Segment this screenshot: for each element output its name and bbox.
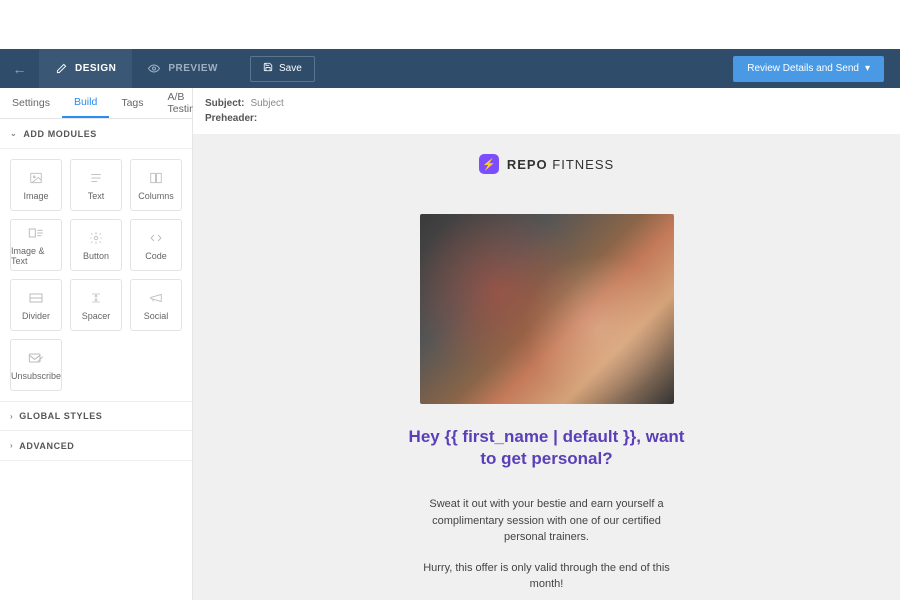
save-button[interactable]: Save	[250, 56, 315, 82]
review-send-button[interactable]: Review Details and Send ▾	[733, 56, 884, 82]
module-label: Image & Text	[11, 246, 61, 266]
back-button[interactable]: ←	[0, 49, 39, 88]
top-blank-region	[0, 0, 900, 49]
chevron-right-icon: ›	[10, 412, 13, 421]
section-global-styles[interactable]: › GLOBAL STYLES	[0, 401, 192, 431]
image-icon	[28, 170, 44, 186]
modules-grid: Image Text Columns Image & Text Button C…	[0, 149, 192, 401]
review-send-label: Review Details and Send	[747, 63, 859, 74]
bolt-icon: ⚡	[479, 154, 499, 174]
module-label: Columns	[138, 191, 174, 201]
module-spacer[interactable]: Spacer	[70, 279, 122, 331]
pencil-icon	[55, 63, 67, 75]
module-label: Divider	[22, 311, 50, 321]
module-label: Button	[83, 251, 109, 261]
section-label: ADD MODULES	[23, 129, 97, 139]
module-image[interactable]: Image	[10, 159, 62, 211]
subject-label: Subject:	[205, 98, 244, 109]
eye-icon	[148, 63, 160, 75]
email-meta: Subject: Subject Preheader:	[193, 88, 900, 134]
module-text[interactable]: Text	[70, 159, 122, 211]
subject-value[interactable]: Subject	[250, 98, 283, 109]
text-icon	[89, 170, 103, 186]
spacer-icon	[90, 290, 102, 306]
section-add-modules[interactable]: ⌄ ADD MODULES	[0, 119, 192, 149]
brand-header: ⚡ REPO FITNESS	[387, 154, 707, 174]
left-sidebar: Settings Build Tags A/B Testing ⌄ ADD MO…	[0, 88, 193, 600]
preview-mode-tab[interactable]: PREVIEW	[132, 49, 234, 88]
module-image-text[interactable]: Image & Text	[10, 219, 62, 271]
chevron-down-icon: ⌄	[10, 129, 17, 138]
email-body-paragraph-2: Hurry, this offer is only valid through …	[387, 560, 707, 593]
email-headline: Hey {{ first_name | default }}, want to …	[387, 426, 707, 470]
module-unsubscribe[interactable]: Unsubscribe	[10, 339, 62, 391]
module-social[interactable]: Social	[130, 279, 182, 331]
module-label: Image	[24, 191, 49, 201]
sidebar-tabs: Settings Build Tags A/B Testing	[0, 88, 192, 119]
module-label: Spacer	[82, 311, 111, 321]
section-label: GLOBAL STYLES	[19, 411, 102, 421]
code-icon	[148, 230, 164, 246]
module-button[interactable]: Button	[70, 219, 122, 271]
caret-down-icon: ▾	[865, 63, 870, 74]
button-icon	[89, 230, 103, 246]
email-body-paragraph-1: Sweat it out with your bestie and earn y…	[387, 496, 707, 546]
module-label: Social	[144, 311, 169, 321]
unsubscribe-icon	[28, 350, 44, 366]
save-icon	[263, 62, 273, 75]
save-button-label: Save	[279, 63, 302, 74]
brand-name: REPO FITNESS	[507, 157, 614, 172]
module-columns[interactable]: Columns	[130, 159, 182, 211]
tab-settings[interactable]: Settings	[0, 88, 62, 118]
hero-image	[420, 214, 674, 404]
module-label: Text	[88, 191, 105, 201]
module-label: Unsubscribe	[11, 371, 61, 381]
megaphone-icon	[149, 290, 163, 306]
tab-build[interactable]: Build	[62, 88, 109, 118]
module-divider[interactable]: Divider	[10, 279, 62, 331]
section-advanced[interactable]: › ADVANCED	[0, 431, 192, 461]
email-preview-area[interactable]: ⚡ REPO FITNESS Hey {{ first_name | defau…	[193, 134, 900, 600]
columns-icon	[149, 170, 163, 186]
preview-mode-label: PREVIEW	[168, 63, 218, 74]
module-label: Code	[145, 251, 167, 261]
arrow-left-icon: ←	[13, 61, 27, 77]
email-canvas: Subject: Subject Preheader: ⚡ REPO FITNE…	[193, 88, 900, 600]
design-mode-label: DESIGN	[75, 63, 116, 74]
section-label: ADVANCED	[19, 441, 74, 451]
module-code[interactable]: Code	[130, 219, 182, 271]
preheader-label: Preheader:	[205, 113, 257, 124]
image-text-icon	[28, 225, 44, 241]
main-toolbar: ← DESIGN PREVIEW Save Review Details and…	[0, 49, 900, 88]
chevron-right-icon: ›	[10, 441, 13, 450]
design-mode-tab[interactable]: DESIGN	[39, 49, 132, 88]
divider-icon	[28, 290, 44, 306]
tab-tags[interactable]: Tags	[109, 88, 155, 118]
email-body: ⚡ REPO FITNESS Hey {{ first_name | defau…	[387, 134, 707, 600]
